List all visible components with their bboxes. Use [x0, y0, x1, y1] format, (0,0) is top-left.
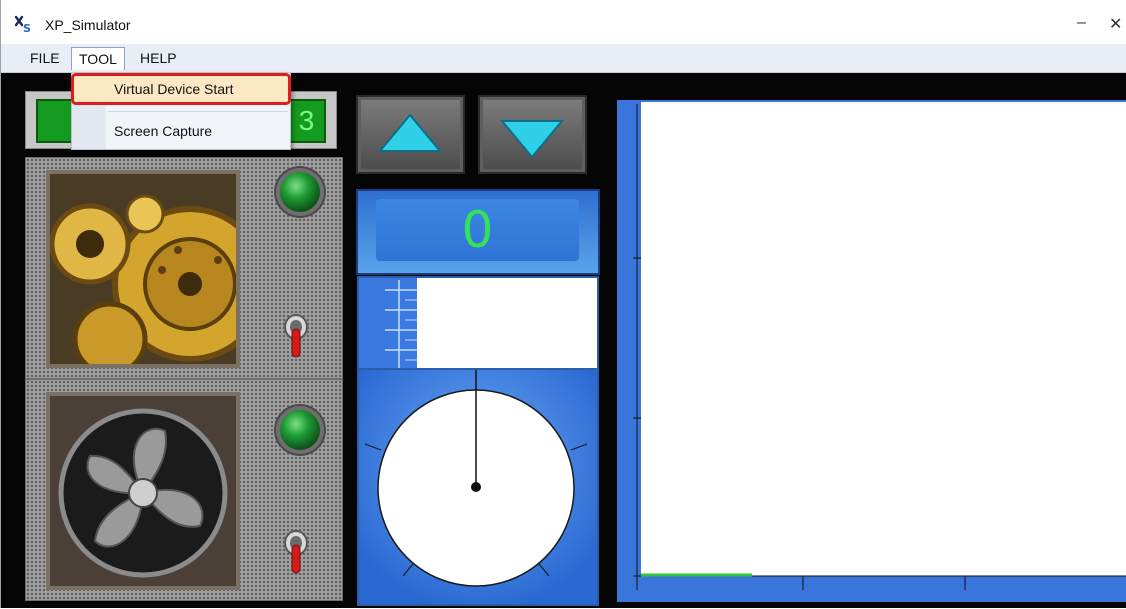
status-indicator-light	[280, 172, 320, 212]
down-button[interactable]	[478, 95, 587, 174]
menu-item-virtual-device-start[interactable]: Virtual Device Start	[71, 73, 291, 105]
down-arrow-icon	[499, 120, 565, 159]
level-scale	[359, 278, 417, 370]
device-panel-fan	[25, 379, 343, 601]
title-bar: S XP_Simulator – ✕	[1, 0, 1126, 44]
menu-tool[interactable]: TOOL	[71, 47, 125, 70]
level-meter	[357, 276, 599, 372]
svg-text:S: S	[23, 22, 31, 34]
gears-icon	[50, 174, 236, 364]
counter-display: 0	[356, 189, 600, 275]
tool-dropdown-menu: Virtual Device Start Screen Capture	[71, 72, 291, 150]
menu-help[interactable]: HELP	[133, 47, 184, 69]
close-button[interactable]: ✕	[1109, 14, 1122, 34]
toggle-switch[interactable]	[283, 311, 309, 361]
xp-simulator-logo-icon: S	[14, 15, 31, 34]
menu-item-label: Virtual Device Start	[114, 81, 234, 97]
minimize-button[interactable]: –	[1077, 14, 1086, 32]
menu-item-screen-capture[interactable]: Screen Capture	[72, 116, 290, 146]
counter-value: 0	[376, 199, 579, 261]
chart-axes	[633, 104, 1126, 590]
menu-bar: FILE TOOL HELP	[1, 44, 1126, 73]
menu-item-label: Screen Capture	[114, 123, 213, 139]
up-arrow-icon	[377, 113, 443, 152]
status-led-right: 3	[287, 99, 326, 143]
fan-image	[46, 392, 240, 590]
device-panel-gears	[25, 157, 343, 379]
gears-image	[46, 170, 240, 368]
toggle-switch[interactable]	[283, 527, 309, 577]
trend-chart	[617, 100, 1126, 602]
gauge-dial-icon	[364, 370, 588, 587]
app-window: S XP_Simulator – ✕ FILE TOOL HELP 3 0 Vi…	[0, 0, 1126, 608]
window-title: XP_Simulator	[45, 17, 131, 33]
up-button[interactable]	[356, 95, 465, 174]
fan-icon	[50, 396, 236, 586]
status-indicator-light	[280, 410, 320, 450]
menu-separator	[108, 111, 288, 112]
dial-gauge	[357, 368, 599, 606]
menu-file[interactable]: FILE	[23, 47, 67, 69]
